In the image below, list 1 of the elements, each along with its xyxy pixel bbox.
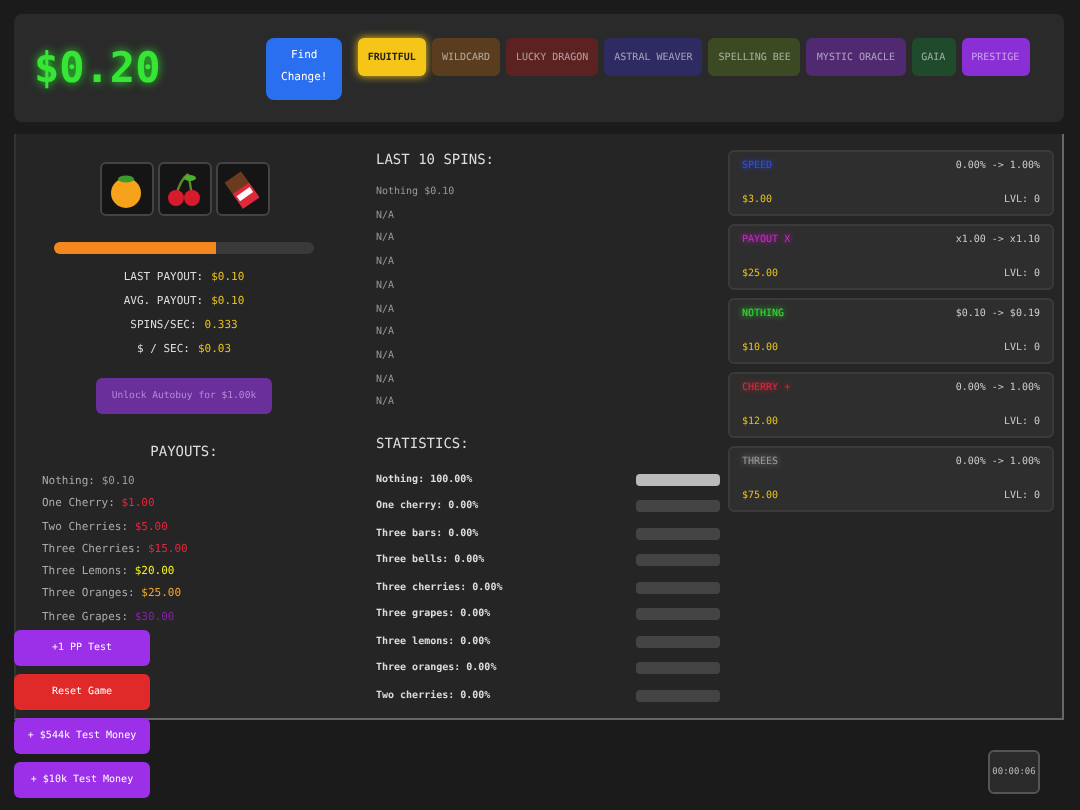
balance: $0.20 <box>34 44 163 92</box>
